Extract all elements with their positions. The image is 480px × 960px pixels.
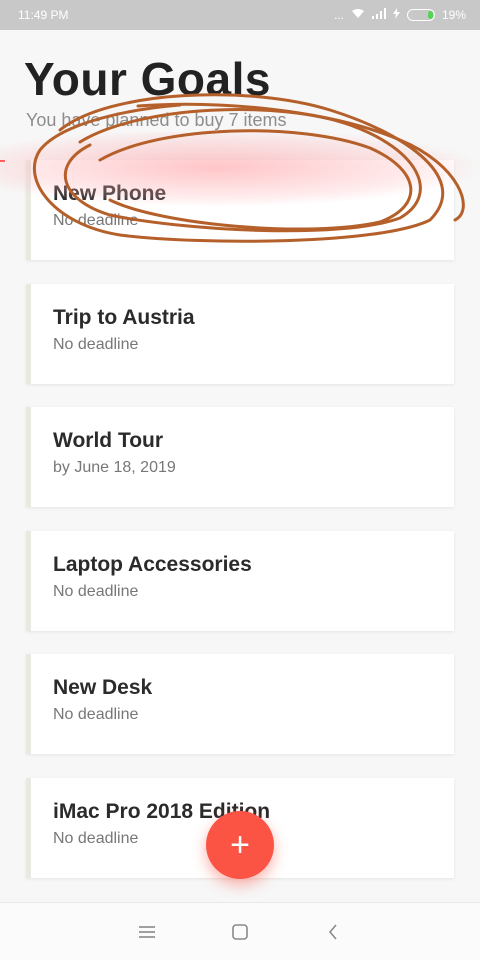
- signal-icon: [371, 8, 386, 22]
- goal-card[interactable]: World Tour by June 18, 2019: [26, 407, 454, 507]
- back-chevron-icon: [329, 923, 337, 940]
- status-icons: ... 19%: [334, 8, 466, 22]
- system-nav-bar: [0, 902, 480, 960]
- progress-fill: [0, 160, 5, 162]
- battery-percent: 19%: [441, 8, 466, 22]
- items-summary: You have planned to buy 7 items: [26, 110, 287, 130]
- back-button[interactable]: [313, 912, 353, 952]
- charging-icon: [392, 8, 400, 22]
- status-time: 11:49 PM: [18, 8, 69, 22]
- plus-icon: +: [230, 825, 250, 864]
- goal-title: Laptop Accessories: [53, 553, 252, 576]
- goal-deadline: No deadline: [53, 212, 139, 229]
- battery-fill: [427, 11, 433, 19]
- page-title: Your Goals: [24, 53, 271, 105]
- goals-screen[interactable]: Your Goals You have planned to buy 7 ite…: [0, 30, 480, 902]
- goal-deadline: No deadline: [53, 583, 139, 600]
- wifi-icon: [351, 8, 365, 22]
- home-button[interactable]: [220, 912, 260, 952]
- menu-button[interactable]: [127, 912, 167, 952]
- goal-title: New Phone: [53, 182, 167, 205]
- goal-title: World Tour: [53, 429, 164, 452]
- notification-dots: ...: [333, 8, 344, 22]
- goal-title: New Desk: [53, 676, 153, 699]
- menu-icon: [138, 925, 155, 938]
- goal-deadline: by June 18, 2019: [53, 459, 176, 476]
- goal-deadline: No deadline: [53, 336, 139, 353]
- status-bar: 11:49 PM ... 19%: [0, 0, 480, 30]
- goal-card[interactable]: Laptop Accessories No deadline: [26, 531, 454, 631]
- goal-deadline: No deadline: [53, 706, 139, 723]
- battery-icon: [406, 9, 435, 21]
- goal-card[interactable]: New Phone No deadline: [26, 160, 454, 260]
- add-goal-button[interactable]: +: [206, 811, 274, 879]
- goal-card[interactable]: New Desk No deadline: [26, 654, 454, 754]
- goal-card[interactable]: Trip to Austria No deadline: [26, 284, 454, 384]
- goal-title: Trip to Austria: [53, 306, 195, 329]
- home-square-icon: [232, 923, 248, 940]
